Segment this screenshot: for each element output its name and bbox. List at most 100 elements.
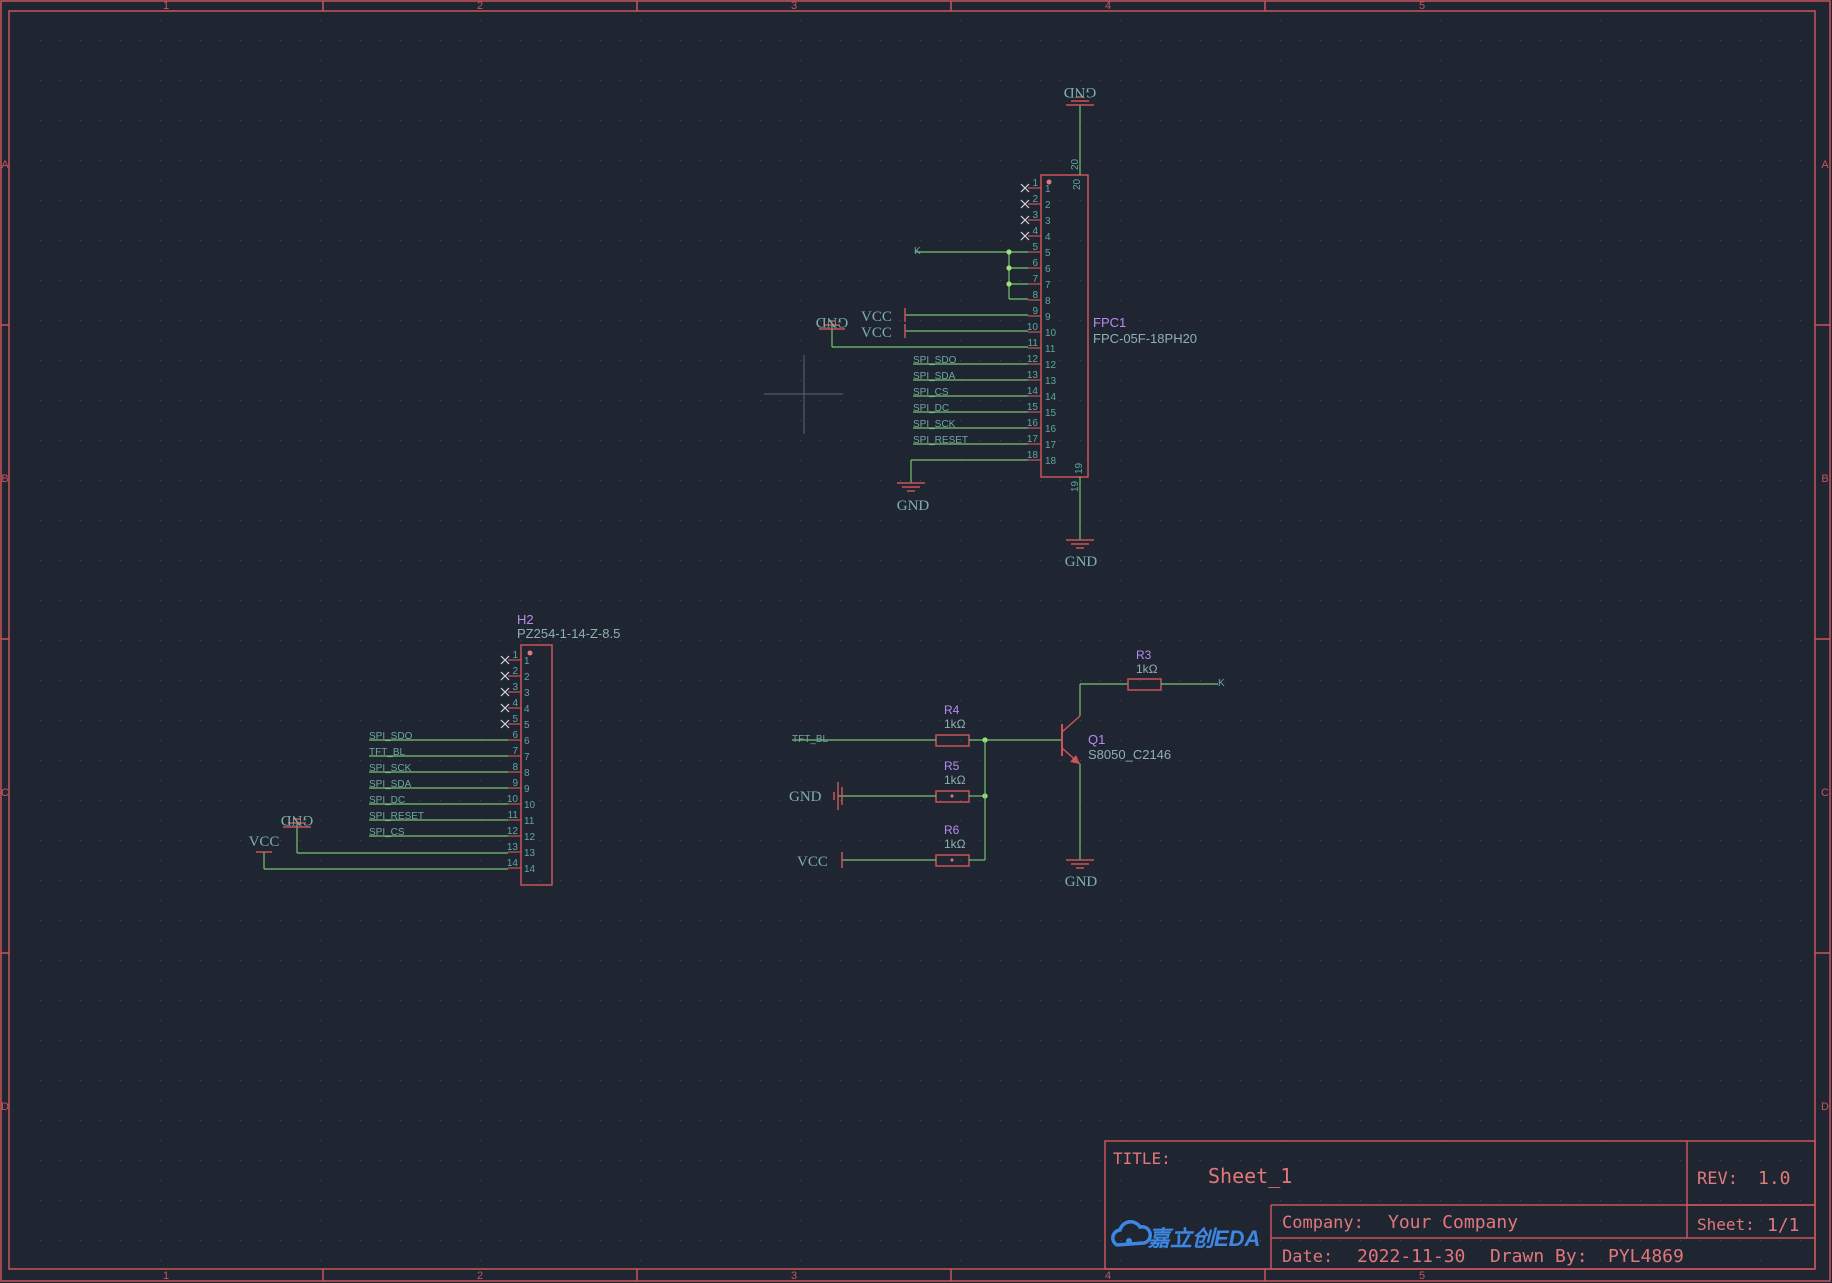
fpc1-pin-name: 11: [1045, 344, 1056, 355]
vcc-label-fpc-pin10: VCC: [861, 325, 892, 341]
frame-row-label: A: [1, 159, 9, 171]
h2-pin-name: 4: [524, 704, 530, 715]
r6-designator: R6: [944, 823, 960, 837]
h2-pin-name: 8: [524, 768, 530, 779]
h2-pin-name: 6: [524, 736, 530, 747]
rev-label: REV:: [1697, 1169, 1738, 1189]
company-value: Your Company: [1388, 1212, 1518, 1233]
frame-column-label: 5: [1419, 0, 1425, 12]
fpc1-pin-name: 14: [1045, 392, 1057, 403]
fpc1-pin-number: 7: [1032, 274, 1038, 285]
frame-row-label: B: [1, 473, 8, 485]
h2-pin-name: 5: [524, 720, 530, 731]
r3-value: 1kΩ: [1136, 662, 1158, 676]
fpc1-pin-name: 8: [1045, 296, 1051, 307]
frame-column-label: 3: [791, 0, 797, 12]
fpc1-value: FPC-05F-18PH20: [1093, 331, 1197, 346]
h2-pin-number: 1: [512, 650, 518, 661]
h2-pin-number: 3: [512, 682, 518, 693]
h2-pin-name: 3: [524, 688, 530, 699]
date-value: 2022-11-30: [1357, 1246, 1465, 1267]
fpc1-pin-name: 17: [1045, 440, 1057, 451]
gnd-label-h2: GND: [281, 812, 314, 828]
schematic-canvas: 1122334455A AB BC CD D FPC1 FPC-05F-18PH20 2…: [0, 0, 1832, 1283]
fpc1-pin-name: 5: [1045, 248, 1051, 259]
r5-value: 1kΩ: [944, 773, 966, 787]
net-label-k-fpc: K: [914, 246, 921, 257]
h2-pin-number: 6: [512, 730, 518, 741]
company-label: Company:: [1282, 1213, 1364, 1233]
title-label: TITLE:: [1113, 1149, 1171, 1168]
fpc1-pin-name: 18: [1045, 456, 1057, 467]
fpc1-pin-name: 2: [1045, 200, 1051, 211]
h2-pin-name: 7: [524, 752, 530, 763]
h2-spi-net-label: SPI_SDO: [369, 731, 413, 742]
h2-spi-net-label: SPI_SCK: [369, 763, 412, 774]
gnd-label-fpc-pin18: GND: [897, 498, 930, 514]
frame-column-label: 2: [477, 1270, 483, 1282]
fpc1-pin-name: 9: [1045, 312, 1051, 323]
fpc1-pin-number: 1: [1032, 178, 1038, 189]
vcc-label-r6: VCC: [797, 854, 828, 870]
fpc1-pin-number: 12: [1027, 354, 1039, 365]
frame-column-label: 4: [1105, 0, 1111, 12]
fpc1-pin-number: 3: [1032, 210, 1038, 221]
h2-pin-name: 13: [524, 848, 536, 859]
fpc1-pin-number: 16: [1027, 418, 1039, 429]
gnd-label-r5: GND: [789, 789, 822, 805]
frame-row-label: D: [1821, 1101, 1829, 1113]
frame-column-label: 3: [791, 1270, 797, 1282]
frame-column-label: 2: [477, 0, 483, 12]
vcc-label-fpc-pin9: VCC: [861, 309, 892, 325]
h2-pin-name: 9: [524, 784, 530, 795]
fpc1-pin-number: 5: [1032, 242, 1038, 253]
h2-value: PZ254-1-14-Z-8.5: [517, 626, 620, 641]
r6-value: 1kΩ: [944, 837, 966, 851]
rev-value: 1.0: [1758, 1168, 1791, 1189]
fpc1-pin-name: 16: [1045, 424, 1057, 435]
fpc1-pin-number: 6: [1032, 258, 1038, 269]
frame-column-label: 1: [163, 0, 169, 12]
r3-designator: R3: [1136, 648, 1152, 662]
fpc1-mount-bottom-label: 19: [1074, 462, 1085, 474]
vcc-label-h2: VCC: [249, 834, 280, 850]
h2-spi-net-label: SPI_DC: [369, 795, 405, 806]
logo-text: 嘉立创EDA: [1147, 1226, 1260, 1251]
h2-pin-name: 14: [524, 864, 536, 875]
h2-spi-net-label: SPI_SDA: [369, 779, 412, 790]
frame-column-label: 5: [1419, 1270, 1425, 1282]
fpc1-pin-number: 14: [1027, 386, 1039, 397]
sheet-value: 1/1: [1767, 1215, 1800, 1236]
fpc1-pin-number: 9: [1032, 306, 1038, 317]
fpc1-pin-number: 11: [1028, 338, 1039, 349]
gnd-label-fpc-bottom: GND: [1065, 554, 1098, 570]
frame-row-label: B: [1821, 473, 1828, 485]
fpc1-designator: FPC1: [1093, 315, 1126, 330]
fpc1-pin-name: 15: [1045, 408, 1057, 419]
h2-pin-number: 12: [507, 826, 519, 837]
drawn-label: Drawn By:: [1490, 1246, 1588, 1267]
date-label: Date:: [1282, 1247, 1333, 1267]
h2-pin-name: 2: [524, 672, 530, 683]
h2-pin-number: 13: [507, 842, 519, 853]
h2-spi-net-label: TFT_BL: [369, 747, 406, 758]
fpc1-pin-name: 7: [1045, 280, 1051, 291]
h2-pin-name: 11: [524, 816, 535, 827]
fpc1-mount-bottom-outer-label: 19: [1070, 480, 1081, 492]
r5-designator: R5: [944, 759, 960, 773]
fpc1-pin-number: 8: [1032, 290, 1038, 301]
h2-pin1-marker: [527, 650, 533, 656]
fpc1-pin-name: 6: [1045, 264, 1051, 275]
h2-pin-number: 10: [507, 794, 519, 805]
h2-pin-name: 10: [524, 800, 536, 811]
fpc1-pin-name: 3: [1045, 216, 1051, 227]
h2-pin-name: 12: [524, 832, 536, 843]
h2-pin-number: 2: [512, 666, 518, 677]
fpc1-pin-name: 12: [1045, 360, 1057, 371]
q1-value: S8050_C2146: [1088, 747, 1171, 762]
fpc1-pin-name: 13: [1045, 376, 1057, 387]
fpc1-mount-top-label: 20: [1072, 178, 1083, 190]
gnd-label-top: GND: [1064, 84, 1097, 100]
drawn-value: PYL4869: [1608, 1246, 1684, 1267]
title-value: Sheet_1: [1208, 1164, 1292, 1188]
